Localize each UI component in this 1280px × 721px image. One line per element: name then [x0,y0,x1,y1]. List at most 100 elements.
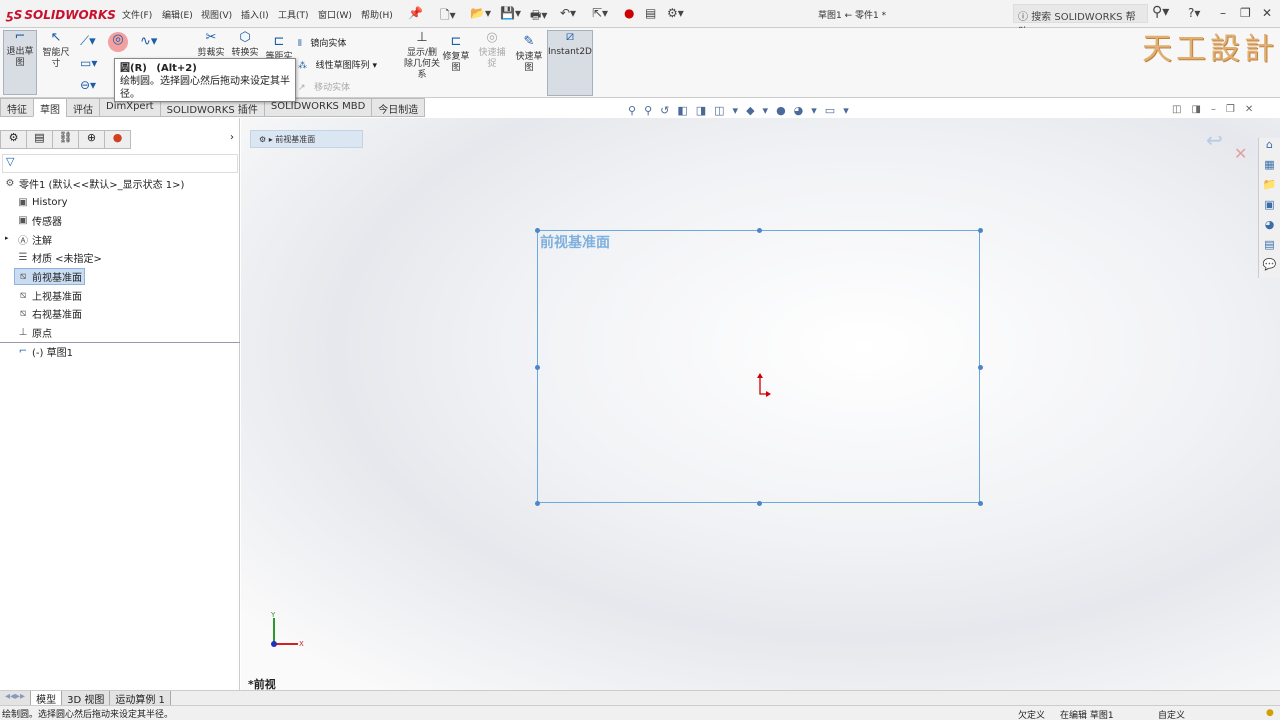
tab-sketch[interactable]: 草图 [33,98,67,117]
plane-handle[interactable] [978,228,983,233]
show-relations-button[interactable]: ⊥ 显示/删除几何关系 [404,31,440,81]
tree-item-right-plane[interactable]: ⧅ 右视基准面 [15,305,84,322]
plane-handle[interactable] [978,501,983,506]
spline-icon[interactable]: ∿▾ [140,34,157,49]
options-gear-icon[interactable]: ⚙▾ [667,6,684,20]
home-icon[interactable]: ⌂ [1259,138,1280,158]
expand-chevron-icon[interactable]: › [230,132,234,143]
save-icon[interactable]: 💾▾ [500,6,521,20]
display-style-icon[interactable]: ◆▾ [746,104,776,117]
dynamic-annotation-icon[interactable]: ◨ [696,104,714,117]
tab-features[interactable]: 特征 [0,98,34,117]
convert-button[interactable]: ⬡ 转换实 [229,31,261,59]
confirm-corner-icon[interactable]: ↩ [1206,128,1223,152]
tab-today[interactable]: 今日制造 [371,98,426,117]
display-settings-icon[interactable]: ▭▾ [825,104,857,117]
expand-arrow-icon[interactable]: ▸ [5,234,9,242]
tab-motion-study[interactable]: 运动算例 1 [110,691,171,706]
minimize-icon[interactable]: – [1220,6,1226,20]
line-icon[interactable]: ⟋▾ [80,34,96,49]
rapid-sketch-button[interactable]: ✎ 快速草图 [512,35,546,74]
tab-model[interactable]: 模型 [31,691,63,706]
zoom-area-icon[interactable]: ⚲ [644,104,660,117]
close-icon[interactable]: ✕ [1262,6,1272,20]
tree-item-front-plane[interactable]: ⧅ 前视基准面 [14,268,85,285]
open-icon[interactable]: 📂▾ [470,6,491,20]
restore-icon[interactable]: ❐ [1240,6,1251,20]
plane-handle[interactable] [757,228,762,233]
appearance-tab-icon[interactable]: ● [104,130,131,149]
quick-snap-button[interactable]: ◎ 快速捕捉 [476,31,508,70]
previous-view-icon[interactable]: ↺ [660,104,677,117]
cancel-corner-icon[interactable]: ✕ [1234,144,1247,163]
plane-handle[interactable] [978,365,983,370]
plane-handle[interactable] [535,501,540,506]
smart-dimension-button[interactable]: ↖ 智能尺寸 [40,31,72,70]
appearances-icon[interactable]: ◕ [1259,218,1280,238]
view-orientation-icon[interactable]: ◫▾ [714,104,746,117]
tree-item-material[interactable]: ☰ 材质 <未指定> [15,249,104,266]
dimxpert-tab-icon[interactable]: ⊕ [78,130,105,149]
tree-item-history[interactable]: ▣ History [15,194,70,211]
forum-icon[interactable]: 💬 [1259,258,1280,278]
plane-handle[interactable] [757,501,762,506]
custom-properties-icon[interactable]: ▤ [1259,238,1280,258]
undo-icon[interactable]: ↶▾ [560,6,576,20]
tab-scroll-arrows-icon[interactable]: ◂◂▸▸ [0,691,32,705]
help-search-input[interactable]: ⓘ 搜索 SOLIDWORKS 帮助 [1013,4,1148,38]
menu-file[interactable]: 文件(F) [122,8,152,21]
slot-icon[interactable]: ⊖▾ [80,78,96,92]
linear-pattern-button[interactable]: ⁂ 线性草图阵列 ▾ [298,58,377,71]
design-library-icon[interactable]: ▦ [1259,158,1280,178]
tab-3d-views[interactable]: 3D 视图 [62,691,111,706]
zoom-fit-icon[interactable]: ⚲ [628,104,644,117]
front-plane-outline[interactable] [537,230,980,503]
rebuild-icon[interactable]: ● [624,6,634,20]
config-manager-tab-icon[interactable]: ⛓ [52,130,79,149]
tree-filter-input[interactable]: ▽ [2,154,238,173]
rectangle-icon[interactable]: ▭▾ [80,56,97,70]
tree-root-part[interactable]: ⚙ 零件1 (默认<<默认>_显示状态 1>) [2,175,186,192]
mirror-button[interactable]: ⫴ 镜向实体 [298,36,346,49]
breadcrumb-item[interactable]: 前视基准面 [275,135,315,144]
tree-item-sensors[interactable]: ▣ 传感器 [15,212,64,229]
new-icon[interactable]: 🗋▾ [440,6,456,27]
tree-item-origin[interactable]: ⊥ 原点 [15,324,54,341]
view-palette-icon[interactable]: ▣ [1259,198,1280,218]
move-entities-button[interactable]: ↗ 移动实体 [298,80,350,93]
menu-help[interactable]: 帮助(H) [361,8,393,21]
repair-sketch-button[interactable]: ⊏ 修复草图 [440,35,472,74]
tree-item-top-plane[interactable]: ⧅ 上视基准面 [15,287,84,304]
exit-sketch-button[interactable]: ⌐ 退出草图 [3,30,37,95]
viewport-window-controls[interactable]: ◫◨–❐✕ [1172,104,1263,115]
breadcrumb[interactable]: ⚙ ▸ 前视基准面 [250,130,363,148]
menu-edit[interactable]: 编辑(E) [162,8,193,21]
print-icon[interactable]: 🖶▾ [530,6,547,27]
menu-tools[interactable]: 工具(T) [278,8,309,21]
plane-handle[interactable] [535,365,540,370]
property-manager-tab-icon[interactable]: ▤ [26,130,53,149]
feature-tree-tab-icon[interactable]: ⚙ [0,130,27,149]
status-units[interactable]: 自定义 [1158,708,1185,721]
menu-view[interactable]: 视图(V) [201,8,232,21]
hide-show-icon[interactable]: ● [776,104,794,117]
search-icon[interactable]: ⚲▾ [1152,4,1169,20]
instant2d-button[interactable]: ⧄ Instant2D [547,30,593,96]
file-explorer-icon[interactable]: 📁 [1259,178,1280,198]
tab-evaluate[interactable]: 评估 [66,98,100,117]
heads-up-view-toolbar[interactable]: ⚲⚲↺◧◨◫▾◆▾●◕▾▭▾ [628,104,857,117]
pin-icon[interactable]: 📌 [408,6,423,20]
help-icon[interactable]: ?▾ [1188,6,1200,20]
select-icon[interactable]: ⇱▾ [592,6,608,20]
trim-button[interactable]: ✂ 剪裁实 [195,31,227,59]
circle-icon[interactable]: ◎ [108,32,128,52]
menu-insert[interactable]: 插入(I) [241,8,269,21]
section-view-icon[interactable]: ◧ [677,104,695,117]
rebuild-status-icon[interactable]: ● [1266,708,1274,718]
tree-item-annotations[interactable]: Ⓐ 注解 [15,231,54,248]
menu-window[interactable]: 窗口(W) [318,8,352,21]
solidworks-logo[interactable]: ƽS SOLIDWORKS [6,4,116,26]
file-properties-icon[interactable]: ▤ [645,6,656,20]
tree-item-sketch1[interactable]: ⌐ (-) 草图1 [15,343,75,360]
appearance-icon[interactable]: ◕▾ [794,104,825,117]
